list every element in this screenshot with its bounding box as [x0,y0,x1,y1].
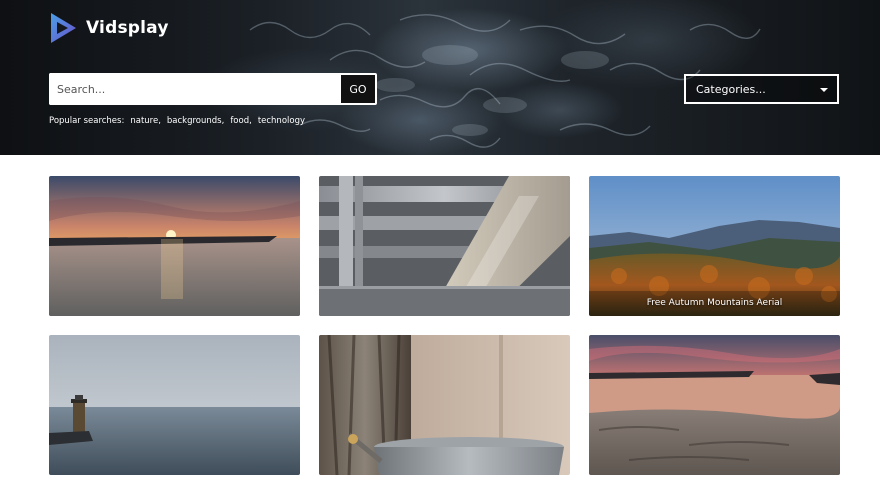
search-input[interactable] [49,73,340,105]
video-card-autumn-mountains[interactable]: Free Autumn Mountains Aerial [589,176,840,316]
popular-tag-food[interactable]: food, [230,116,252,126]
hero-banner: Vidsplay GO Popular searches: nature, ba… [0,0,880,155]
video-title: Free Autumn Mountains Aerial [646,298,783,308]
video-thumbnail [49,335,300,475]
go-button[interactable]: GO [340,74,376,104]
popular-tag-nature[interactable]: nature, [130,116,161,126]
video-card-sunset-jetty[interactable] [49,176,300,316]
video-thumbnail [49,176,300,316]
search-bar: GO [49,73,377,105]
popular-searches-label: Popular searches: [49,116,125,126]
video-thumbnail [319,176,570,316]
play-triangle-icon [51,13,76,43]
video-thumbnail [589,176,840,316]
brand-logo[interactable]: Vidsplay [49,12,169,44]
video-card-machinery[interactable] [319,176,570,316]
video-card-maple-tap[interactable] [319,335,570,475]
popular-tag-technology[interactable]: technology [258,116,305,126]
categories-dropdown[interactable]: Categories... [684,74,839,104]
video-thumbnail [589,335,840,475]
popular-tag-backgrounds[interactable]: backgrounds, [167,116,224,126]
video-thumbnail [319,335,570,475]
popular-searches: Popular searches: nature, backgrounds, f… [49,116,305,126]
video-card-lighthouse[interactable] [49,335,300,475]
categories-selected-value: Categories... [696,82,766,96]
brand-name: Vidsplay [86,18,169,38]
video-card-sunset-beach[interactable] [589,335,840,475]
chevron-down-icon [820,88,828,92]
